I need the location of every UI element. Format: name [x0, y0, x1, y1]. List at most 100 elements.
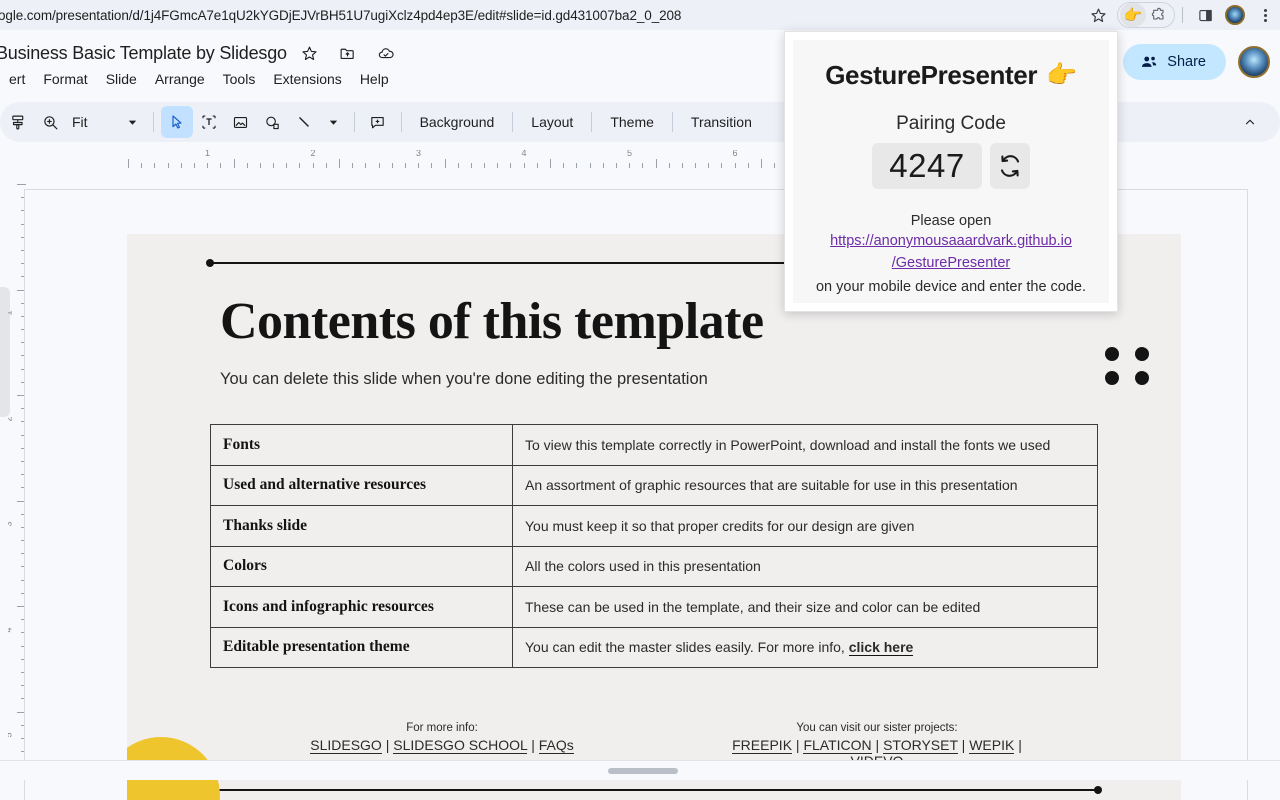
pairing-code-label: Pairing Code — [896, 113, 1006, 134]
browser-menu-icon[interactable] — [1250, 2, 1280, 28]
storyset-link[interactable]: STORYSET — [883, 737, 958, 754]
menu-bar: ert Format Slide Arrange Tools Extension… — [0, 68, 398, 90]
layout-button[interactable]: Layout — [520, 109, 584, 135]
menu-item-slide[interactable]: Slide — [97, 68, 146, 90]
ruler-tick — [418, 163, 420, 168]
table-cell-value: You can edit the master slides easily. F… — [512, 626, 1098, 668]
popup-body: GesturePresenter 👉 Pairing Code 4247 Ple… — [793, 40, 1109, 303]
table-cell-value-text: You can edit the master slides easily. F… — [525, 639, 849, 656]
ruler-tick — [339, 159, 340, 168]
ruler-number: 1 — [8, 310, 14, 315]
slide-subtitle[interactable]: You can delete this slide when you're do… — [220, 370, 708, 389]
ruler-tick — [444, 159, 446, 168]
slidesgo-link[interactable]: SLIDESGO — [310, 737, 382, 754]
gesture-presenter-extension-icon[interactable]: 👉 — [1120, 3, 1146, 27]
menu-item-arrange[interactable]: Arrange — [146, 68, 214, 90]
table-row[interactable]: Icons and infographic resources These ca… — [210, 586, 1098, 628]
omnibox-divider — [1182, 7, 1183, 23]
transition-button[interactable]: Transition — [680, 109, 763, 135]
comment-icon[interactable] — [362, 106, 394, 138]
ruler-tick — [761, 159, 762, 168]
ruler-number: 5 — [8, 732, 14, 737]
chevron-up-icon[interactable] — [1234, 106, 1266, 138]
ruler-tick — [774, 163, 776, 168]
menu-item-extensions[interactable]: Extensions — [264, 68, 350, 90]
ruler-tick — [286, 163, 288, 168]
table-row[interactable]: Fonts To view this template correctly in… — [210, 424, 1098, 466]
header-actions: Share — [1123, 44, 1270, 80]
horizontal-scrollbar[interactable] — [0, 760, 1280, 780]
wepik-link[interactable]: WEPIK — [969, 737, 1015, 754]
document-title-row: Business Basic Template by Slidesgo — [0, 38, 401, 68]
avatar[interactable] — [1238, 46, 1270, 78]
zoom-level-label[interactable]: Fit — [66, 114, 94, 130]
slide-bottom-rule — [206, 786, 1102, 794]
theme-button[interactable]: Theme — [599, 109, 665, 135]
ruler-tick — [352, 163, 354, 168]
ruler-tick — [629, 163, 631, 168]
slide-title[interactable]: Contents of this template — [220, 292, 764, 351]
popup-url-line2: /GesturePresenter — [891, 254, 1011, 271]
line-icon[interactable] — [289, 106, 321, 138]
table-row[interactable]: Used and alternative resources An assort… — [210, 464, 1098, 506]
menu-item-format[interactable]: Format — [34, 68, 96, 90]
contents-table[interactable]: Fonts To view this template correctly in… — [210, 424, 1098, 668]
bookmark-star-icon[interactable] — [1083, 2, 1113, 28]
slidesgo-school-link[interactable]: SLIDESGO SCHOOL — [393, 737, 528, 754]
menu-item-0[interactable]: ert — [0, 68, 34, 90]
menu-item-help[interactable]: Help — [351, 68, 398, 90]
address-bar-url[interactable]: ogle.com/presentation/d/1j4FGmcA7e1qU2kY… — [0, 8, 681, 23]
table-row[interactable]: Thanks slide You must keep it so that pr… — [210, 505, 1098, 547]
footer-left-caption: For more info: — [406, 722, 478, 734]
ruler-tick — [154, 163, 156, 168]
ruler-tick — [299, 163, 301, 168]
background-button[interactable]: Background — [409, 109, 506, 135]
ruler-tick — [457, 163, 459, 168]
ruler-number: 5 — [627, 150, 633, 158]
flaticon-link[interactable]: FLATICON — [803, 737, 872, 754]
zoom-icon[interactable] — [34, 106, 66, 138]
popup-url-link[interactable]: https://anonymousaaardvark.github.io /Ge… — [830, 231, 1072, 275]
table-row[interactable]: Colors All the colors used in this prese… — [210, 545, 1098, 587]
footer-more-info: For more info: SLIDESGO | SLIDESGO SCHOO… — [307, 722, 577, 754]
insert-image-icon[interactable] — [225, 106, 257, 138]
popup-title: GesturePresenter — [825, 60, 1038, 90]
profile-avatar-icon[interactable] — [1220, 2, 1250, 28]
ruler-number: 1 — [205, 150, 211, 158]
browser-omnibox[interactable]: ogle.com/presentation/d/1j4FGmcA7e1qU2kY… — [0, 0, 1280, 30]
zoom-dropdown-chevron-icon[interactable] — [120, 107, 146, 137]
click-here-link[interactable]: click here — [848, 639, 914, 657]
ruler-tick — [180, 163, 182, 168]
ruler-tick — [576, 163, 578, 168]
ruler-tick — [325, 163, 327, 168]
ruler-tick — [220, 163, 222, 168]
menu-item-tools[interactable]: Tools — [214, 68, 265, 90]
popup-instruction-note: on your mobile device and enter the code… — [815, 278, 1087, 295]
side-panel-icon[interactable] — [1190, 2, 1220, 28]
refresh-icon[interactable] — [989, 143, 1030, 189]
scrollbar-thumb[interactable] — [608, 768, 678, 774]
slide-canvas[interactable]: Contents of this template You can delete… — [127, 234, 1181, 800]
ruler-tick — [615, 163, 617, 168]
paint-format-icon[interactable] — [2, 106, 34, 138]
table-row[interactable]: Editable presentation theme You can edit… — [210, 626, 1098, 668]
faqs-link[interactable]: FAQs — [538, 737, 574, 754]
ruler-tick — [141, 163, 143, 168]
freepik-link[interactable]: FREEPIK — [732, 737, 793, 754]
select-cursor-icon[interactable] — [160, 106, 193, 138]
ruler-tick — [550, 159, 551, 168]
star-icon[interactable] — [295, 38, 325, 68]
ruler-tick — [128, 159, 129, 168]
move-to-folder-icon[interactable] — [333, 38, 363, 68]
table-cell-value: To view this template correctly in Power… — [512, 424, 1098, 466]
text-box-icon[interactable] — [193, 106, 225, 138]
page-title[interactable]: Business Basic Template by Slidesgo — [0, 43, 287, 64]
toolbar-divider-4 — [512, 112, 514, 132]
line-dropdown-chevron-icon[interactable] — [321, 107, 347, 137]
footer-right-caption: You can visit our sister projects: — [796, 722, 958, 734]
ruler-tick — [404, 163, 406, 168]
share-button[interactable]: Share — [1123, 44, 1226, 80]
extensions-puzzle-icon[interactable] — [1146, 3, 1172, 27]
shape-icon[interactable] — [257, 106, 289, 138]
ruler-tick — [470, 163, 472, 168]
